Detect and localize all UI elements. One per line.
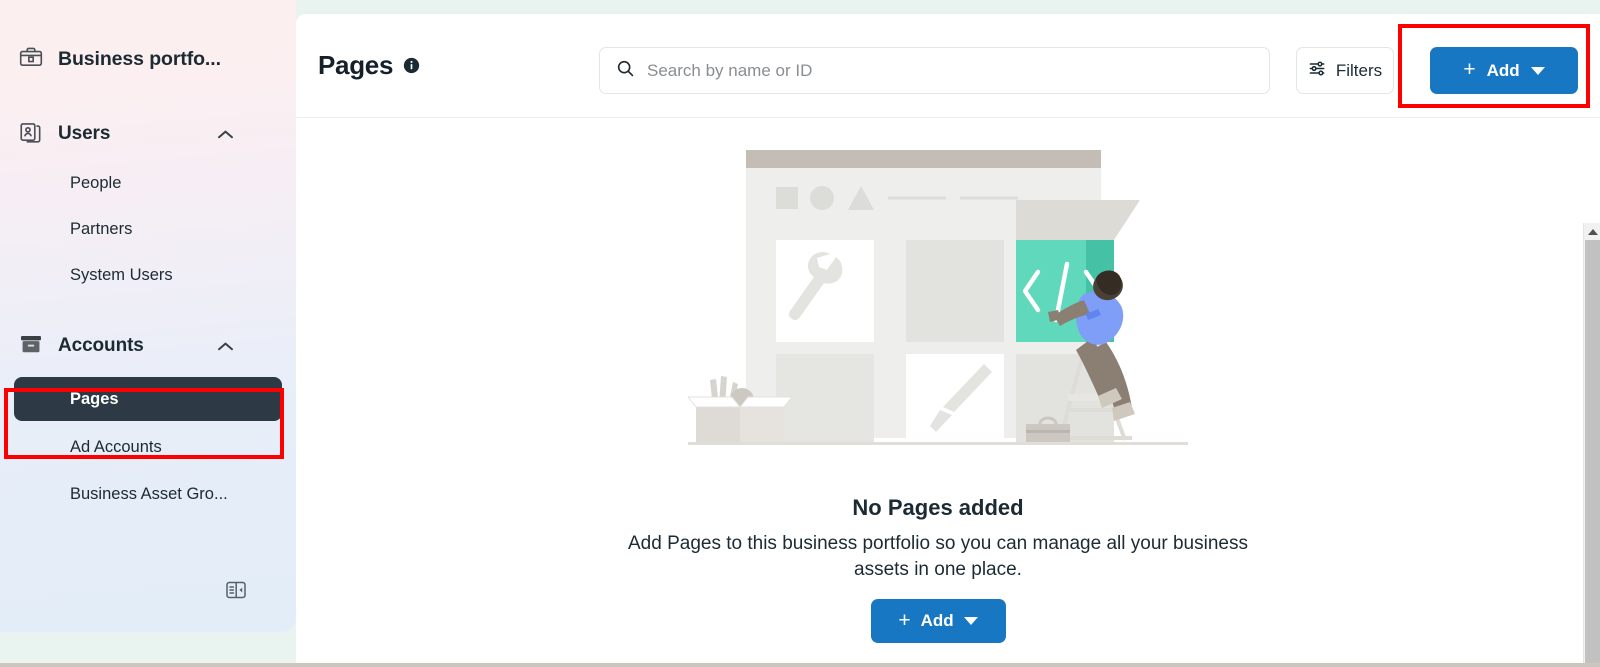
id-card-icon [18, 119, 44, 150]
chevron-up-icon-users[interactable] [214, 123, 236, 145]
sidebar-item-business-asset-groups[interactable]: Business Asset Gro... [14, 473, 282, 515]
add-button-label: Add [1486, 60, 1520, 80]
brand-title: Business portfo... [58, 47, 221, 70]
bottom-edge-strip [0, 663, 1600, 667]
sidebar-item-label: Pages [70, 389, 119, 408]
empty-state: No Pages added Add Pages to this busines… [296, 118, 1580, 644]
main-panel: Pages Search by name or ID Filters + Add… [296, 14, 1600, 667]
content-area: No Pages added Add Pages to this busines… [296, 118, 1600, 667]
sidebar-group-users: Users People Partners System Users [0, 114, 296, 296]
search-icon [616, 59, 635, 83]
empty-state-description: Add Pages to this business portfolio so … [628, 533, 1248, 581]
empty-state-title: No Pages added [852, 495, 1024, 520]
wall-builder-illustration [686, 142, 1188, 457]
search-input[interactable] [647, 60, 1253, 81]
sidebar-group-header-users[interactable]: Users [0, 114, 296, 154]
sidebar-item-people[interactable]: People [14, 162, 282, 204]
info-icon[interactable] [403, 57, 420, 74]
filters-label: Filters [1335, 60, 1383, 80]
sidebar-collapse-icon[interactable] [218, 572, 254, 608]
filters-button[interactable]: Filters [1296, 47, 1394, 94]
empty-state-add-label: Add [920, 611, 954, 631]
scroll-up-icon[interactable] [1584, 223, 1600, 240]
briefcase-icon [18, 44, 44, 75]
sidebar-group-header-accounts[interactable]: Accounts [0, 326, 296, 366]
chevron-down-icon[interactable] [1530, 66, 1545, 75]
sidebar-item-ad-accounts[interactable]: Ad Accounts [14, 426, 282, 468]
empty-state-add-button[interactable]: + Add [870, 599, 1006, 644]
archive-box-icon [18, 331, 44, 362]
app-window: Business portfo... Users People Partners… [0, 0, 1600, 667]
sidebar-item-label: Partners [70, 219, 133, 238]
business-portfolio-brand[interactable]: Business portfo... [0, 32, 296, 86]
scrollbar-thumb[interactable] [1585, 240, 1600, 667]
sidebar-item-label: Business Asset Gro... [70, 484, 228, 503]
sidebar-item-partners[interactable]: Partners [14, 208, 282, 250]
sidebar-item-label: Ad Accounts [70, 437, 162, 456]
sidebar-item-label: People [70, 173, 122, 192]
vertical-scrollbar[interactable] [1583, 223, 1600, 667]
page-header: Pages Search by name or ID Filters + Add [296, 14, 1600, 118]
page-title: Pages [318, 50, 394, 80]
sidebar-group-accounts: Accounts Pages Ad Accounts Business Asse… [0, 326, 296, 515]
add-button[interactable]: + Add [1430, 47, 1578, 94]
plus-icon: + [898, 608, 911, 632]
sidebar-group-label-users: Users [58, 123, 111, 144]
sidebar: Business portfo... Users People Partners… [0, 0, 296, 632]
chevron-down-icon[interactable] [963, 617, 978, 626]
page-title-group: Pages [318, 50, 600, 81]
sidebar-item-label: System Users [70, 265, 173, 284]
sidebar-group-label-accounts: Accounts [58, 335, 144, 356]
sidebar-item-system-users[interactable]: System Users [14, 254, 282, 296]
chevron-up-icon-accounts[interactable] [214, 335, 236, 357]
filters-icon [1308, 59, 1327, 83]
search-box[interactable] [599, 47, 1270, 94]
plus-icon: + [1463, 58, 1476, 81]
sidebar-sublist-users: People Partners System Users [0, 162, 296, 296]
sidebar-item-pages[interactable]: Pages [14, 377, 282, 421]
sidebar-sublist-accounts: Pages Ad Accounts Business Asset Gro... [0, 377, 296, 515]
